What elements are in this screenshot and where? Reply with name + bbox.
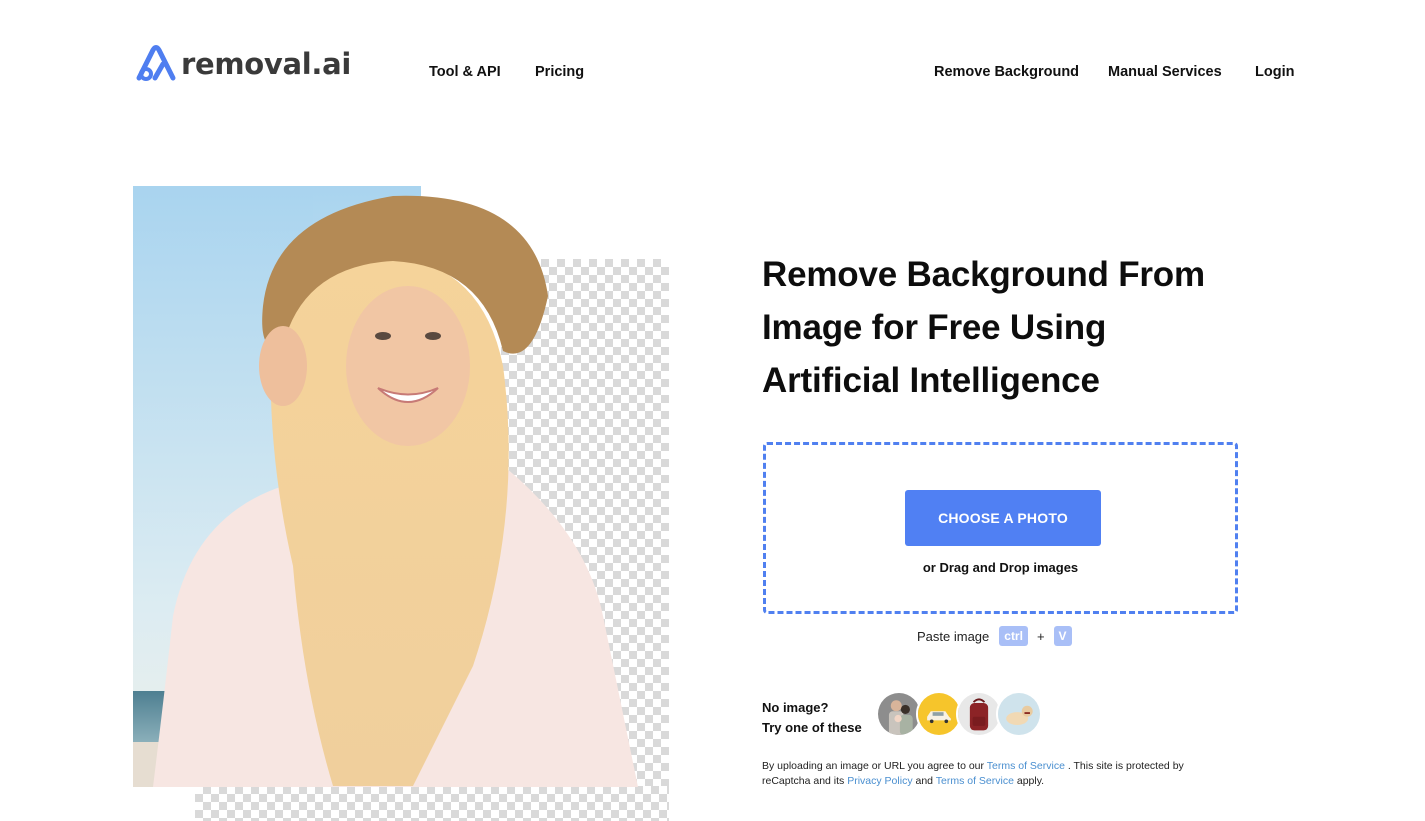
terms-of-service-link-2[interactable]: Terms of Service (936, 775, 1014, 787)
v-key-badge: V (1053, 626, 1072, 646)
plus-sign: + (1036, 628, 1045, 644)
paste-label: Paste image (917, 628, 990, 644)
samples-label: No image? Try one of these (762, 698, 862, 738)
backpack-photo-icon (958, 693, 1000, 735)
removal-ai-logo-icon (136, 45, 176, 81)
paste-hint: Paste image ctrl + V (917, 626, 1072, 646)
nav-manual-services[interactable]: Manual Services (1108, 64, 1222, 80)
nav-tool-api[interactable]: Tool & API (429, 64, 501, 80)
upload-dropzone[interactable]: CHOOSE A PHOTO or Drag and Drop images (763, 442, 1238, 614)
hero-image (133, 186, 669, 821)
headline-line: Artificial Intelligence (762, 361, 1100, 400)
hero-photo (133, 186, 638, 787)
sample-images (876, 691, 1042, 737)
legal-notice: By uploading an image or URL you agree t… (762, 759, 1222, 789)
sample-image-dog[interactable] (996, 691, 1042, 737)
legal-text: By uploading an image or URL you agree t… (762, 760, 987, 772)
dog-photo-icon (998, 693, 1040, 735)
legal-text: and (912, 775, 936, 787)
nav-login[interactable]: Login (1255, 64, 1294, 80)
family-photo-icon (878, 693, 920, 735)
logo-link[interactable]: removal.ai (133, 42, 351, 84)
choose-photo-button[interactable]: CHOOSE A PHOTO (905, 490, 1101, 546)
headline-line: Image for Free Using (762, 308, 1107, 347)
samples-label-line: Try one of these (762, 720, 862, 735)
ctrl-key-badge: ctrl (999, 626, 1028, 646)
headline-line: Remove Background From (762, 255, 1205, 294)
drag-drop-hint: or Drag and Drop images (922, 560, 1079, 575)
transparency-checkerboard (195, 786, 669, 821)
nav-pricing[interactable]: Pricing (535, 64, 584, 80)
privacy-policy-link[interactable]: Privacy Policy (847, 775, 912, 787)
legal-text: apply. (1013, 775, 1045, 787)
logo-text: removal.ai (181, 47, 352, 81)
page-headline: Remove Background From Image for Free Us… (762, 248, 1242, 407)
samples-label-line: No image? (762, 700, 829, 715)
nav-remove-background[interactable]: Remove Background (934, 64, 1079, 80)
car-photo-icon (918, 693, 960, 735)
terms-of-service-link[interactable]: Terms of Service (987, 760, 1065, 772)
